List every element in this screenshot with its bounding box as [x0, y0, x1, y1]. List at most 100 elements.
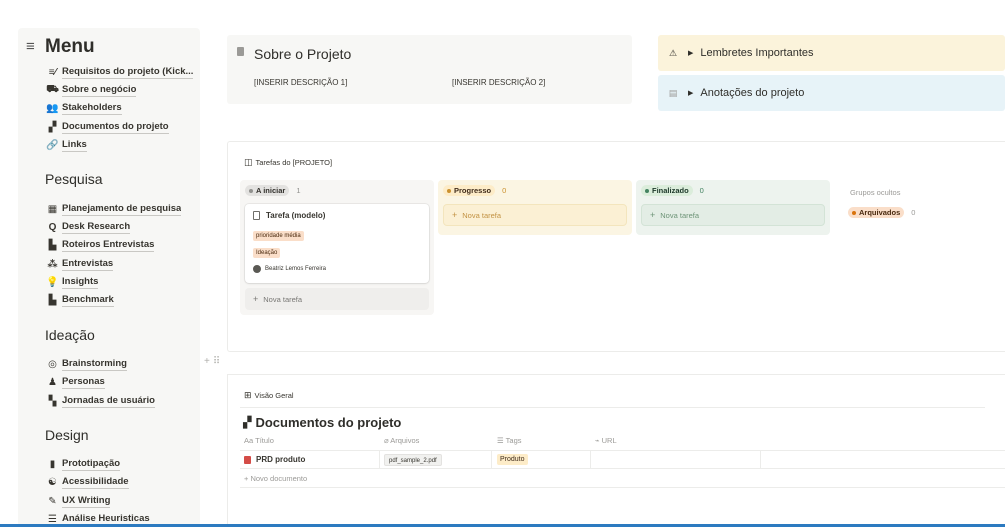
target-icon: ◎: [48, 359, 57, 370]
status-dot: [447, 188, 451, 193]
column-header-tags[interactable]: ☰ Tags: [497, 436, 522, 445]
drag-handle-icon[interactable]: +⠿: [204, 356, 223, 367]
sidebar-item-benchmark[interactable]: ▙ Benchmark: [46, 292, 196, 309]
accessibility-icon: ☯: [48, 477, 57, 488]
lightbulb-icon: 💡: [46, 277, 59, 288]
notes-icon: ▤: [668, 87, 678, 98]
status-label: Arquivados: [859, 208, 901, 217]
description-2: [INSERIR DESCRIÇÃO 2]: [452, 78, 546, 87]
sidebar-item-desk-research[interactable]: Q Desk Research: [46, 219, 196, 236]
table-row[interactable]: PRD produto pdf_sample_2.pdf Produto: [240, 450, 1005, 469]
status-badge: Progresso: [443, 185, 496, 196]
status-label: Finalizado: [652, 186, 689, 195]
sidebar-item-label: UX Writing: [62, 495, 111, 508]
view-title[interactable]: ⊞ Visão Geral: [244, 390, 294, 401]
toggle-arrow-icon[interactable]: ▶: [688, 49, 693, 57]
pdf-icon: [244, 455, 251, 464]
sidebar-item-label: Insights: [62, 276, 99, 289]
search-icon: Q: [48, 222, 57, 233]
assignee-name: Beatriz Lemos Ferreira: [265, 266, 327, 272]
new-task-label: Nova tarefa: [660, 210, 700, 220]
sidebar-item-roteiros[interactable]: ▙ Roteiros Entrevistas: [46, 237, 196, 254]
view-title-label: Visão Geral: [254, 391, 294, 400]
cell-divider: [491, 451, 492, 468]
map-icon: ▚: [48, 396, 57, 407]
column-progresso: Progresso 0 + Nova tarefa: [438, 180, 632, 235]
table-icon: ⊞: [244, 390, 252, 400]
sidebar-item-jornadas[interactable]: ▚ Jornadas de usuário: [46, 393, 196, 410]
cell-divider: [379, 451, 380, 468]
sidebar-item-label: Entrevistas: [62, 258, 114, 271]
sidebar-item-label: Prototipação: [62, 458, 121, 471]
person-icon: ♟: [48, 377, 57, 388]
column-header-label: URL: [601, 436, 617, 445]
new-task-button[interactable]: + Nova tarefa: [443, 204, 627, 226]
column-header[interactable]: Finalizado 0: [641, 185, 704, 196]
new-document-label: Novo documento: [250, 474, 308, 483]
sidebar-item-documentos[interactable]: ▞ Documentos do projeto: [46, 119, 196, 136]
column-header-url[interactable]: ⌁ URL: [595, 436, 617, 445]
people-icon: 👥: [46, 103, 59, 114]
page-icon: [237, 47, 244, 56]
status-dot: [249, 188, 253, 193]
sidebar-item-requisitos[interactable]: ≡⁄ Requisitos do projeto (Kick...: [46, 64, 196, 81]
file-chip[interactable]: pdf_sample_2.pdf: [384, 454, 442, 466]
cell-divider: [760, 451, 761, 468]
column-header-arquivos[interactable]: ⌀ Arquivos: [384, 436, 419, 445]
sidebar-item-brainstorming[interactable]: ◎ Brainstorming: [46, 356, 196, 373]
new-document-button[interactable]: + Novo documento: [244, 474, 307, 483]
card-title-label: Tarefa (modelo): [266, 211, 326, 220]
sidebar-item-label: Jornadas de usuário: [62, 395, 155, 408]
toggle-arrow-icon[interactable]: ▶: [688, 89, 693, 97]
sobre-projeto-block: Sobre o Projeto [INSERIR DESCRIÇÃO 1] [I…: [227, 35, 632, 104]
archived-group[interactable]: Arquivados 0: [848, 207, 915, 218]
sidebar-item-acessibilidade[interactable]: ☯ Acessibilidade: [46, 474, 196, 491]
phone-icon: ▮: [49, 459, 56, 470]
sidebar-item-entrevistas[interactable]: ⁂ Entrevistas: [46, 256, 196, 273]
lembretes-callout[interactable]: ⚠ ▶ Lembretes Importantes: [658, 35, 1005, 71]
sidebar-item-sobre-negocio[interactable]: ⛟ Sobre o negócio: [46, 82, 196, 99]
sidebar-item-label: Acessibilidade: [62, 476, 129, 489]
sidebar-item-label: Sobre o negócio: [62, 84, 137, 97]
pencil-icon: ✎: [48, 496, 57, 507]
hidden-groups-label: Grupos ocultos: [850, 188, 901, 197]
new-task-button[interactable]: + Nova tarefa: [245, 288, 429, 310]
card-title: Tarefa (modelo): [253, 211, 325, 220]
board-view-icon: ◫: [244, 157, 253, 167]
menu-icon[interactable]: ≡: [26, 38, 35, 55]
section-title-ideacao: Ideação: [45, 327, 95, 343]
link-icon: ⌁: [595, 436, 602, 445]
board-title[interactable]: ◫ Tarefas do [PROJETO]: [244, 157, 332, 168]
avatar: [253, 265, 261, 273]
new-task-label: Nova tarefa: [263, 294, 303, 304]
documents-icon: ▞: [48, 122, 57, 133]
sidebar-item-personas[interactable]: ♟ Personas: [46, 374, 196, 391]
sidebar-item-label: Requisitos do projeto (Kick...: [62, 66, 194, 79]
group-icon: ⁂: [47, 259, 58, 270]
new-task-button[interactable]: + Nova tarefa: [641, 204, 825, 226]
column-count: 0: [911, 208, 916, 217]
link-icon: 🔗: [46, 140, 59, 151]
lembretes-label: Lembretes Importantes: [700, 47, 814, 59]
column-header-label: Arquivos: [390, 436, 420, 445]
sidebar-item-links[interactable]: 🔗 Links: [46, 137, 196, 154]
column-header[interactable]: Progresso 0: [443, 185, 506, 196]
tag-chip: Produto: [497, 454, 528, 465]
database-title-label: Documentos do projeto: [255, 415, 402, 430]
board-title-label: Tarefas do [PROJETO]: [255, 158, 333, 167]
database-title[interactable]: ▞ Documentos do projeto: [243, 415, 401, 430]
column-header[interactable]: A iniciar 1: [245, 185, 301, 196]
menu-title: Menu: [45, 36, 95, 57]
status-dot: [852, 210, 856, 215]
tasks-board: ◫ Tarefas do [PROJETO] A iniciar 1 Taref…: [227, 141, 1005, 352]
sidebar-item-ux-writing[interactable]: ✎ UX Writing: [46, 493, 196, 510]
row-title[interactable]: PRD produto: [244, 455, 305, 464]
column-header-titulo[interactable]: Aa Título: [244, 436, 274, 445]
anotacoes-callout[interactable]: ▤ ▶ Anotações do projeto: [658, 75, 1005, 111]
sidebar-item-planejamento[interactable]: ▦ Planejamento de pesquisa: [46, 201, 196, 218]
sidebar-item-prototipacao[interactable]: ▮ Prototipação: [46, 456, 196, 473]
sidebar-item-insights[interactable]: 💡 Insights: [46, 274, 196, 291]
task-card[interactable]: Tarefa (modelo) prioridade média Ideação…: [245, 204, 429, 283]
sidebar-item-stakeholders[interactable]: 👥 Stakeholders: [46, 100, 196, 117]
row-title-label: PRD produto: [256, 455, 306, 464]
